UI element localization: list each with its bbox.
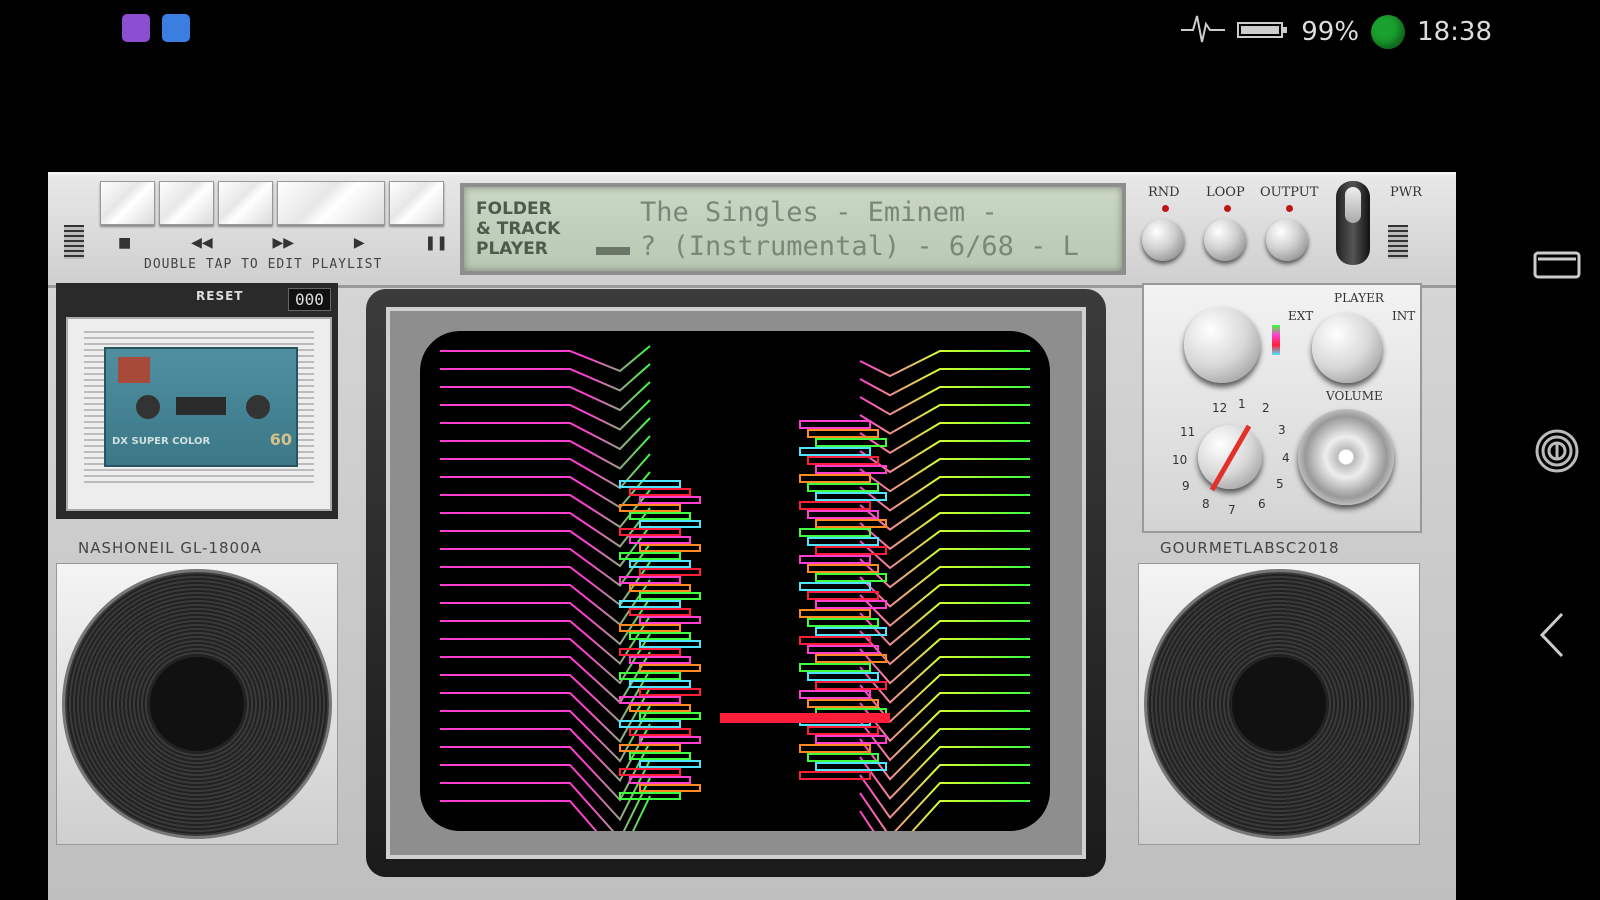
loop-knob[interactable]	[1204, 219, 1246, 261]
ext-label: EXT	[1288, 309, 1314, 323]
transport-labels: ■ ◀◀ ▶▶ ▶ ❚❚	[118, 235, 448, 251]
right-grille-tab	[1388, 225, 1408, 259]
tape-label: DX SUPER COLOR	[112, 436, 211, 447]
cassette-tape: DX SUPER COLOR 60	[104, 347, 298, 467]
tape-counter: 000	[288, 288, 331, 311]
power-switch[interactable]	[1336, 181, 1370, 265]
battery-icon	[1237, 17, 1289, 47]
key-rewind[interactable]	[159, 181, 214, 225]
key-stop[interactable]	[100, 181, 155, 225]
recent-apps-icon[interactable]	[1532, 248, 1582, 286]
output-knob[interactable]	[1266, 219, 1308, 261]
player-label: PLAYER	[1334, 291, 1384, 305]
piano-keys	[100, 181, 444, 225]
back-icon[interactable]	[1532, 610, 1572, 664]
cassette-deck: RESET 000 DX SUPER COLOR 60	[56, 283, 338, 519]
status-bar: 99% 18:38	[0, 0, 1600, 60]
pulse-icon	[1181, 10, 1226, 53]
playlist-hint: DOUBLE TAP TO EDIT PLAYLIST	[144, 257, 383, 272]
key-play[interactable]	[277, 181, 385, 225]
navigation-bar	[1510, 0, 1600, 900]
lcd-line-2: ? (Instrumental) - 6/68 - L	[640, 231, 1079, 262]
volume-label: VOLUME	[1326, 389, 1383, 403]
message-blue-icon	[162, 14, 190, 42]
rnd-led	[1162, 205, 1169, 212]
cassette-window: DX SUPER COLOR 60	[84, 331, 314, 483]
rnd-knob[interactable]	[1142, 219, 1184, 261]
right-speaker-box	[1138, 563, 1420, 845]
lcd-mode-label: FOLDER & TRACK PLAYER	[476, 199, 561, 259]
key-pause[interactable]	[389, 181, 444, 225]
left-grille-tab	[64, 225, 84, 259]
lcd-display[interactable]: FOLDER & TRACK PLAYER The Singles - Emin…	[460, 183, 1126, 275]
clock: 18:38	[1417, 16, 1492, 47]
stop-icon[interactable]: ■	[118, 235, 131, 251]
lcd-line-1: The Singles - Eminem -	[640, 197, 998, 228]
visualizer-graphic	[440, 345, 1030, 831]
status-indicators: 99% 18:38	[1181, 10, 1492, 53]
right-control-panel: PLAYER EXT INT VOLUME 12 1 2 3 4 5 6 7 8…	[1142, 283, 1422, 533]
status-dot	[1371, 14, 1406, 49]
output-led	[1286, 205, 1293, 212]
tape-side: 60	[269, 430, 292, 449]
pause-icon[interactable]: ❚❚	[424, 235, 447, 251]
int-label: INT	[1392, 309, 1416, 323]
track-dial[interactable]: 12 1 2 3 4 5 6 7 8 9 10 11	[1166, 397, 1290, 521]
left-speaker-box	[56, 563, 338, 845]
forward-icon[interactable]: ▶▶	[272, 235, 294, 251]
tv-frame	[386, 307, 1086, 859]
model-name: NASHONEIL GL-1800A	[78, 539, 262, 557]
rnd-label: RND	[1148, 185, 1180, 200]
visualizer-screen[interactable]	[420, 331, 1050, 831]
play-icon[interactable]: ▶	[354, 235, 365, 251]
battery-percent: 99%	[1301, 16, 1360, 47]
tv-set	[366, 289, 1106, 877]
cassette-door[interactable]: DX SUPER COLOR 60	[66, 317, 332, 511]
app-purple-icon	[122, 14, 150, 42]
player-select-knob[interactable]	[1312, 313, 1382, 383]
fingerprint-icon[interactable]	[1532, 426, 1582, 480]
right-speaker	[1147, 572, 1411, 836]
output-label: OUTPUT	[1260, 185, 1319, 200]
boombox: ■ ◀◀ ▶▶ ▶ ❚❚ DOUBLE TAP TO EDIT PLAYLIST…	[48, 172, 1456, 900]
reset-button[interactable]: RESET	[196, 289, 243, 303]
key-forward[interactable]	[218, 181, 273, 225]
maker-name: GOURMETLABSC2018	[1160, 539, 1340, 557]
left-speaker	[65, 572, 329, 836]
pwr-label: PWR	[1390, 185, 1422, 200]
color-scale	[1272, 325, 1280, 355]
color-knob[interactable]	[1184, 307, 1260, 383]
volume-knob[interactable]	[1298, 409, 1394, 505]
lcd-cursor	[596, 247, 630, 255]
loop-label: LOOP	[1206, 185, 1245, 200]
top-strip: ■ ◀◀ ▶▶ ▶ ❚❚ DOUBLE TAP TO EDIT PLAYLIST…	[48, 175, 1456, 288]
loop-led	[1224, 205, 1231, 212]
rewind-icon[interactable]: ◀◀	[191, 235, 213, 251]
